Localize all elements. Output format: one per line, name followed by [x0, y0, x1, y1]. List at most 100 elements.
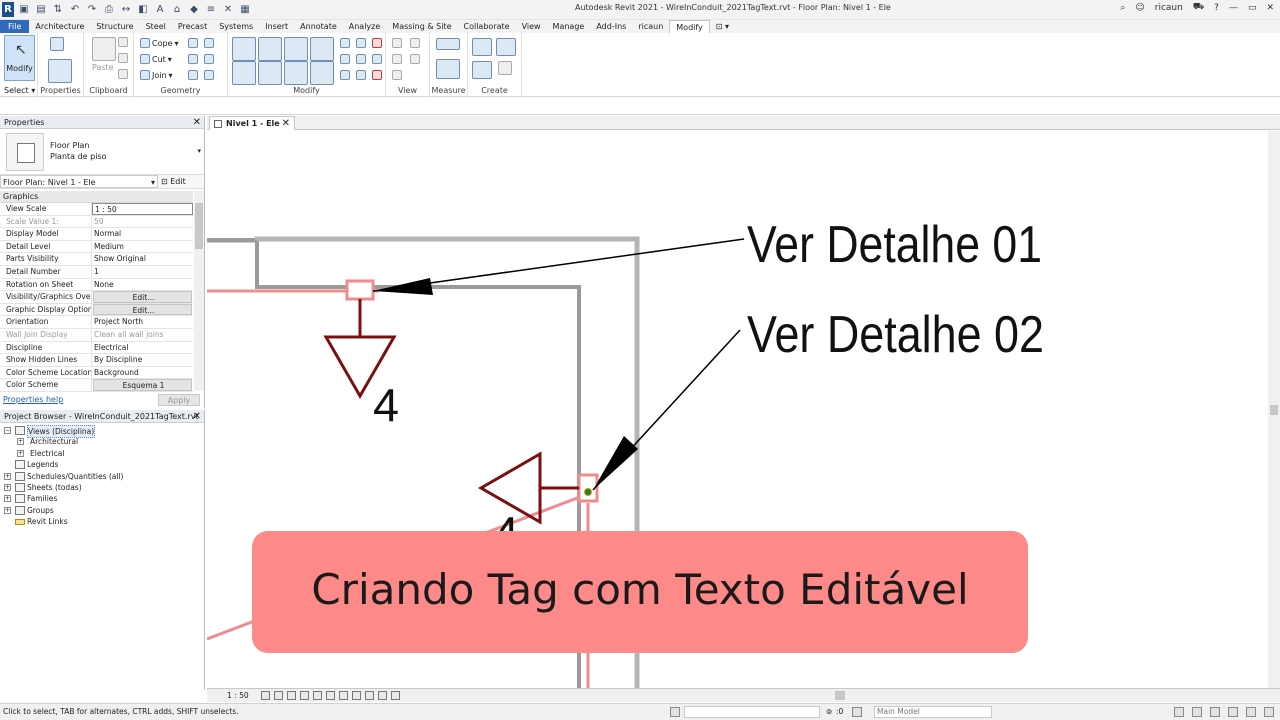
scrollbar-thumb[interactable]: [1270, 405, 1278, 415]
revit-logo-icon[interactable]: R: [2, 2, 14, 17]
properties-help-link[interactable]: Properties help: [3, 393, 63, 407]
reveal-hidden-icon[interactable]: [352, 691, 361, 700]
ribbon-options-icon[interactable]: ⊡ ▾: [710, 20, 735, 33]
browser-close-icon[interactable]: ✕: [193, 410, 201, 423]
tab-manage[interactable]: Manage: [547, 20, 591, 33]
select-dropdown[interactable]: Select ▾: [4, 86, 35, 95]
wall-join-icon[interactable]: [188, 54, 198, 64]
create-parts-icon[interactable]: [496, 38, 516, 56]
tree-node-groups[interactable]: + Groups: [0, 505, 204, 516]
tag-text-2[interactable]: Ver Detalhe 02: [747, 306, 1044, 364]
prop-value[interactable]: Background: [92, 367, 193, 379]
paste-icon[interactable]: [92, 37, 116, 61]
create-group-icon[interactable]: [472, 61, 492, 79]
section-icon[interactable]: ◆: [187, 2, 201, 17]
pin-icon[interactable]: [372, 54, 382, 64]
tree-node-sheets[interactable]: + Sheets (todas): [0, 482, 204, 493]
tree-label[interactable]: Revit Links: [27, 516, 68, 527]
visual-style-icon[interactable]: [274, 691, 283, 700]
unpin-icon[interactable]: [372, 38, 382, 48]
view-tab-close-icon[interactable]: ✕: [282, 117, 290, 130]
prop-value[interactable]: Normal: [92, 228, 193, 240]
editable-only-icon[interactable]: [852, 707, 862, 717]
crop-view-icon[interactable]: [313, 691, 322, 700]
tree-label[interactable]: Groups: [27, 505, 54, 516]
split-gap-icon[interactable]: [356, 38, 366, 48]
modify-button[interactable]: ↖ Modify: [4, 35, 35, 81]
tab-modify[interactable]: Modify: [669, 20, 710, 33]
expand-icon[interactable]: +: [17, 449, 24, 457]
search-icon[interactable]: ⌕: [1120, 3, 1125, 13]
hide-icon[interactable]: [392, 38, 402, 48]
demolish-icon[interactable]: [204, 54, 214, 64]
split-icon[interactable]: [340, 38, 350, 48]
apply-button[interactable]: Apply: [158, 394, 200, 406]
prop-row-parts-visibility[interactable]: Parts Visibility Show Original: [0, 253, 193, 266]
tree-label[interactable]: Schedules/Quantities (all): [27, 471, 123, 482]
tab-steel[interactable]: Steel: [140, 20, 172, 33]
tab-ricaun[interactable]: ricaun: [632, 20, 669, 33]
graphic-display-edit-button[interactable]: Edit...: [93, 303, 192, 316]
cope-button[interactable]: Cope ▾: [140, 38, 179, 48]
cut-clipboard-icon[interactable]: [118, 37, 128, 47]
tree-label[interactable]: Families: [27, 493, 57, 504]
copy-icon[interactable]: [118, 53, 128, 63]
create-similar-icon[interactable]: [498, 61, 512, 75]
view-scale-input[interactable]: 1 : 50: [92, 203, 193, 215]
tag-number-1[interactable]: 4: [373, 379, 399, 431]
prop-row-detail-number[interactable]: Detail Number 1: [0, 265, 193, 279]
canvas-vertical-scrollbar[interactable]: [1268, 131, 1280, 688]
expand-icon[interactable]: +: [17, 438, 24, 446]
extend-icon[interactable]: [356, 70, 366, 80]
workset-dropdown[interactable]: [684, 706, 820, 718]
tab-precast[interactable]: Precast: [172, 20, 213, 33]
filter-icon[interactable]: [410, 54, 420, 64]
override-icon[interactable]: [410, 38, 420, 48]
prop-row-rotation[interactable]: Rotation on Sheet None: [0, 278, 193, 292]
connector-point[interactable]: [584, 488, 592, 496]
prop-row-orientation[interactable]: Orientation Project North: [0, 316, 193, 329]
prop-row-display-model[interactable]: Display Model Normal: [0, 228, 193, 241]
tag-icon[interactable]: ◧: [136, 2, 150, 17]
tab-file[interactable]: File: [0, 20, 30, 33]
graphics-group[interactable]: Graphics: [0, 191, 193, 203]
prop-value[interactable]: Project North: [92, 316, 193, 328]
analytical-model-icon[interactable]: [378, 691, 387, 700]
rotate-icon[interactable]: [284, 61, 308, 85]
tab-view[interactable]: View: [516, 20, 547, 33]
create-assembly-icon[interactable]: [472, 38, 492, 56]
text-icon[interactable]: A: [153, 2, 167, 17]
move-icon[interactable]: [232, 61, 256, 85]
tree-label[interactable]: Electrical: [30, 448, 64, 459]
cut-button[interactable]: Cut ▾: [140, 54, 172, 64]
prop-row-discipline[interactable]: Discipline Electrical: [0, 341, 193, 355]
cart-icon[interactable]: ⛟: [1193, 2, 1204, 13]
canvas-horizontal-scroll-thumb[interactable]: [835, 691, 845, 700]
prop-value[interactable]: 1: [92, 266, 193, 278]
match-type-icon[interactable]: [118, 69, 128, 79]
prop-row-visibility-graphics[interactable]: Visibility/Graphics Ove... Edit...: [0, 291, 193, 304]
tab-add-ins[interactable]: Add-Ins: [590, 20, 632, 33]
prop-value[interactable]: Show Original: [92, 253, 193, 265]
color-scheme-button[interactable]: Esquema 1: [93, 379, 192, 391]
delete-icon[interactable]: [372, 70, 382, 80]
mirror-pick-icon[interactable]: [284, 37, 308, 61]
expand-icon[interactable]: +: [4, 495, 11, 503]
hammer-icon[interactable]: [204, 70, 214, 80]
scrollbar-thumb[interactable]: [195, 203, 203, 249]
worksharing-icon[interactable]: [391, 691, 400, 700]
view-tab-nivel-1[interactable]: Nivel 1 - Ele ✕: [209, 116, 295, 130]
trim-icon[interactable]: [310, 61, 334, 85]
tree-node-schedules[interactable]: + Schedules/Quantities (all): [0, 471, 204, 482]
minimize-icon[interactable]: —: [1229, 3, 1238, 13]
properties-icon[interactable]: [48, 59, 72, 83]
sun-path-icon[interactable]: [287, 691, 296, 700]
prop-row-color-scheme[interactable]: Color Scheme Esquema 1: [0, 379, 193, 392]
tab-architecture[interactable]: Architecture: [29, 20, 90, 33]
prop-value[interactable]: None: [92, 279, 193, 291]
main-model-dropdown[interactable]: Main Model: [874, 706, 992, 718]
maximize-icon[interactable]: ▭: [1248, 3, 1257, 13]
prop-value[interactable]: Electrical: [92, 342, 193, 354]
properties-scrollbar[interactable]: [194, 191, 204, 391]
tree-node-legends[interactable]: Legends: [0, 459, 204, 470]
